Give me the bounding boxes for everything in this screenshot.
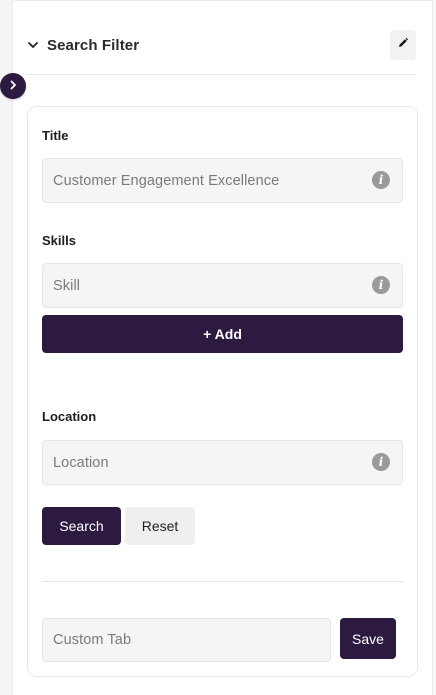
card-divider: [42, 581, 403, 582]
skill-input-placeholder: Skill: [53, 277, 81, 294]
chevron-right-icon: [8, 77, 18, 95]
skill-input[interactable]: Skill i: [42, 263, 403, 308]
info-icon[interactable]: i: [372, 171, 390, 189]
filter-title: Search Filter: [47, 36, 140, 54]
info-icon[interactable]: i: [372, 276, 390, 294]
left-gutter: [0, 0, 13, 695]
search-filter-panel: Search Filter Title Customer Engagement …: [0, 0, 436, 695]
title-input[interactable]: Customer Engagement Excellence i: [42, 158, 403, 203]
skills-label: Skills: [42, 233, 76, 248]
location-input[interactable]: Location i: [42, 440, 403, 485]
title-label: Title: [42, 128, 69, 143]
info-icon[interactable]: i: [372, 453, 390, 471]
chevron-down-icon[interactable]: [26, 38, 40, 52]
location-label: Location: [42, 409, 97, 424]
title-input-value: Customer Engagement Excellence: [53, 172, 280, 189]
top-border: [13, 0, 432, 1]
add-skill-button[interactable]: + Add: [42, 315, 403, 353]
edit-button[interactable]: [390, 30, 416, 60]
filter-header[interactable]: Search Filter: [26, 28, 416, 62]
save-button[interactable]: Save: [340, 618, 396, 659]
custom-tab-placeholder: Custom Tab: [53, 632, 132, 648]
location-input-placeholder: Location: [53, 454, 109, 471]
header-divider: [26, 74, 416, 75]
reset-button[interactable]: Reset: [125, 507, 195, 545]
pencil-icon: [397, 36, 409, 54]
sidebar-toggle-button[interactable]: [0, 73, 26, 99]
custom-tab-input[interactable]: Custom Tab: [42, 618, 331, 662]
search-button[interactable]: Search: [42, 507, 121, 545]
right-scrollbar-track[interactable]: [432, 0, 436, 695]
